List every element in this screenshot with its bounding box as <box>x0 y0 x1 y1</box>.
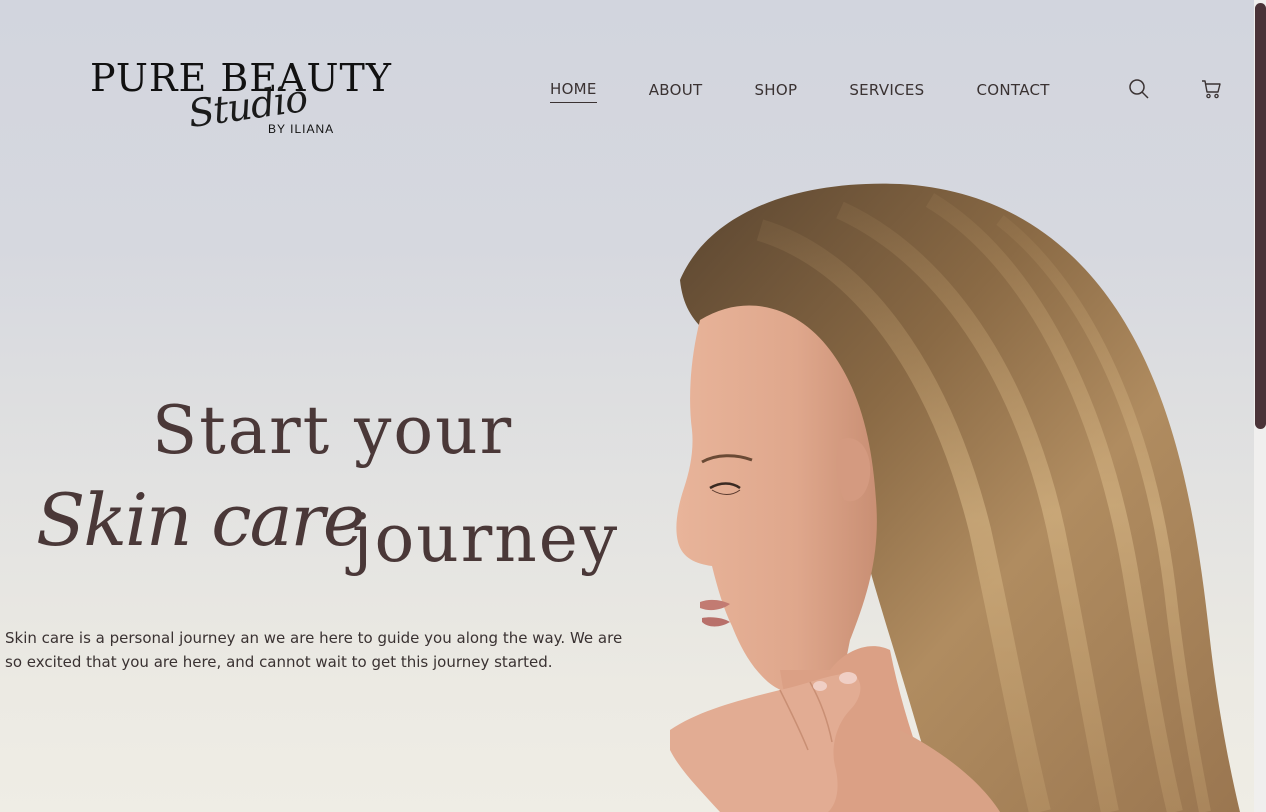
brand-logo[interactable]: PURE BEAUTY Studio BY ILIANA <box>90 52 400 147</box>
nav-home[interactable]: HOME <box>550 80 597 103</box>
nav-services[interactable]: SERVICES <box>849 81 924 103</box>
hero-heading-line1: Start your <box>152 392 514 469</box>
woman-profile-image <box>640 170 1260 812</box>
nav-shop[interactable]: SHOP <box>754 81 797 103</box>
hero-description: Skin care is a personal journey an we ar… <box>5 629 623 671</box>
cart-icon[interactable] <box>1200 78 1222 100</box>
nav-about[interactable]: ABOUT <box>649 81 703 103</box>
page-scrollbar[interactable] <box>1254 0 1266 812</box>
logo-subtitle: BY ILIANA <box>268 122 335 136</box>
search-icon[interactable] <box>1128 78 1150 100</box>
scrollbar-thumb[interactable] <box>1255 3 1266 429</box>
hero-section: PURE BEAUTY Studio BY ILIANA HOME ABOUT … <box>0 0 1254 812</box>
page: PURE BEAUTY Studio BY ILIANA HOME ABOUT … <box>0 0 1266 812</box>
main-nav: HOME ABOUT SHOP SERVICES CONTACT <box>550 80 1102 103</box>
hero-heading-line2: journey <box>352 500 620 577</box>
hero-heading-script: Skin care <box>36 478 366 562</box>
nav-contact[interactable]: CONTACT <box>977 81 1050 103</box>
